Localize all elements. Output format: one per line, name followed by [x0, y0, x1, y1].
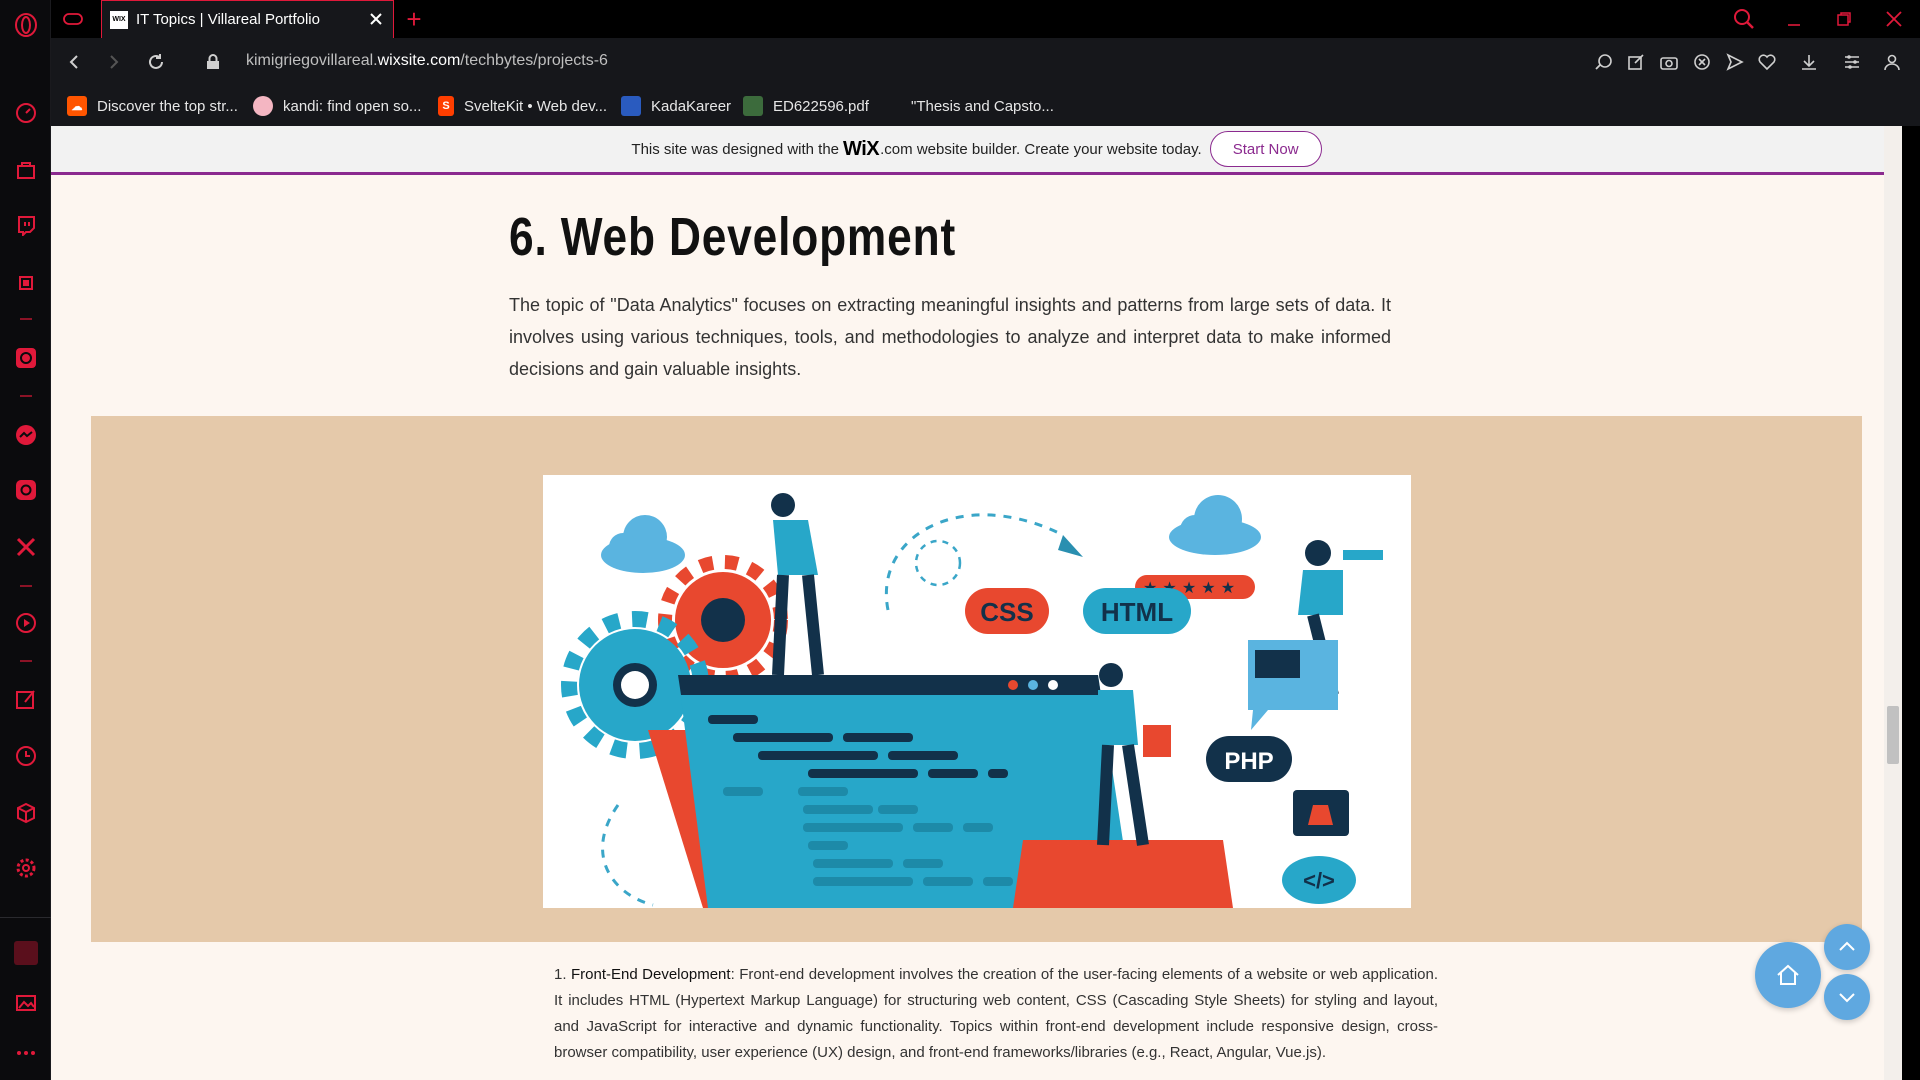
- speed-dial-icon[interactable]: [13, 100, 38, 125]
- bookmark-label: ED622596.pdf: [773, 97, 869, 115]
- chevron-up-icon: [1839, 941, 1855, 951]
- section-description: The topic of "Data Analytics" focuses on…: [509, 295, 1391, 379]
- instagram-icon[interactable]: [13, 477, 38, 502]
- restore-icon[interactable]: [1831, 6, 1857, 32]
- sidebar-divider: [0, 917, 51, 918]
- chevron-down-icon: [1839, 993, 1855, 1003]
- sidebar-divider: [20, 395, 32, 397]
- home-button[interactable]: [1755, 942, 1821, 1008]
- bookmark-item[interactable]: "Thesis and Capsto...: [911, 93, 1054, 119]
- sidebar-divider: [20, 318, 32, 320]
- pdf-icon: [743, 96, 763, 116]
- sidebar-divider: [20, 585, 32, 587]
- tab-title: IT Topics | Villareal Portfolio: [136, 11, 320, 28]
- illustration-svg: ★ ★ ★ ★ ★ CSS HTML PHP </>: [561, 493, 1383, 908]
- bookmark-label: kandi: find open so...: [283, 97, 422, 115]
- player-icon[interactable]: [13, 610, 38, 635]
- pinboard-icon[interactable]: [13, 686, 38, 711]
- bookmark-item[interactable]: KadaKareer: [621, 93, 731, 119]
- bookmark-label: KadaKareer: [651, 97, 732, 115]
- chatgpt-icon[interactable]: [13, 345, 38, 370]
- html-badge: HTML: [1101, 597, 1173, 627]
- opera-sidebar: [0, 0, 51, 1080]
- scroll-down-button[interactable]: [1824, 974, 1870, 1020]
- search-page-icon[interactable]: [1592, 50, 1616, 74]
- tab-bar: WIX IT Topics | Villareal Portfolio +: [51, 0, 1920, 38]
- php-badge: PHP: [1224, 748, 1273, 775]
- bookmark-item[interactable]: kandi: find open so...: [253, 93, 421, 119]
- x-twitter-icon[interactable]: [13, 534, 38, 559]
- opera-logo-icon[interactable]: [13, 12, 38, 37]
- adblock-icon[interactable]: [1690, 50, 1714, 74]
- minimize-icon[interactable]: [1781, 6, 1807, 32]
- gamepad-icon[interactable]: [60, 6, 86, 32]
- svelte-icon: S: [438, 96, 454, 116]
- url-path: /techbytes/projects-6: [460, 52, 608, 69]
- page-scrollbar[interactable]: [1884, 126, 1902, 1080]
- list-item: 1. Front-End Development: Front-end deve…: [554, 962, 1438, 1066]
- easy-setup-icon[interactable]: [1840, 50, 1864, 74]
- web-page-viewport: This site was designed with the WiX .com…: [51, 126, 1902, 1080]
- search-tabs-icon[interactable]: [1731, 6, 1757, 32]
- edit-share-icon[interactable]: [1624, 50, 1648, 74]
- wix-promo-banner: This site was designed with the WiX .com…: [51, 126, 1902, 175]
- lock-icon[interactable]: [201, 50, 225, 74]
- tab-close-icon[interactable]: [367, 10, 385, 33]
- close-window-icon[interactable]: [1881, 6, 1907, 32]
- soundcloud-icon: ☁: [67, 96, 87, 116]
- profile-icon[interactable]: [1880, 50, 1904, 74]
- kandi-icon: [253, 96, 273, 116]
- twitch-icon[interactable]: [13, 212, 38, 237]
- start-now-button[interactable]: Start Now: [1209, 131, 1322, 167]
- pinned-tab-icon[interactable]: [13, 940, 38, 965]
- bookmark-item[interactable]: ED622596.pdf: [743, 93, 869, 119]
- bookmark-item[interactable]: ☁ Discover the top str...: [67, 93, 238, 119]
- bookmark-label: Discover the top str...: [97, 97, 238, 115]
- list-term: Front-End Development: [571, 966, 731, 983]
- bookmarks-bar: ☁ Discover the top str... kandi: find op…: [51, 86, 1920, 126]
- home-icon: [1777, 964, 1799, 985]
- web-development-illustration[interactable]: ★ ★ ★ ★ ★ CSS HTML PHP </>: [543, 475, 1411, 908]
- download-icon[interactable]: [1797, 50, 1821, 74]
- bookmark-item[interactable]: S SvelteKit • Web dev...: [438, 93, 607, 119]
- scroll-up-button[interactable]: [1824, 924, 1870, 970]
- address-bar: kimigriegovillareal.wixsite.com/techbyte…: [51, 38, 1920, 86]
- forward-icon[interactable]: [102, 50, 126, 74]
- tab-active[interactable]: WIX IT Topics | Villareal Portfolio: [101, 0, 394, 38]
- new-tab-button[interactable]: +: [401, 4, 427, 34]
- scrollbar-thumb[interactable]: [1887, 706, 1899, 764]
- wix-favicon-icon: WIX: [110, 10, 128, 29]
- gallery-icon[interactable]: [13, 990, 38, 1015]
- list-number: 1.: [554, 966, 567, 983]
- wix-logo[interactable]: WiX: [843, 138, 880, 161]
- heart-icon[interactable]: [1755, 50, 1779, 74]
- code-badge: </>: [1303, 868, 1335, 893]
- extensions-cube-icon[interactable]: [13, 800, 38, 825]
- bookmark-label: SvelteKit • Web dev...: [464, 97, 608, 115]
- wix-banner-text: This site was designed with the: [631, 140, 840, 158]
- image-band: ★ ★ ★ ★ ★ CSS HTML PHP </>: [91, 416, 1862, 942]
- url-field[interactable]: kimigriegovillareal.wixsite.com/techbyte…: [246, 52, 608, 70]
- sidebar-divider: [20, 660, 32, 662]
- reload-icon[interactable]: [144, 50, 168, 74]
- wix-banner-text-2: .com website builder. Create your websit…: [880, 140, 1202, 158]
- settings-gear-icon[interactable]: [13, 855, 38, 880]
- send-icon[interactable]: [1723, 50, 1747, 74]
- css-badge: CSS: [980, 597, 1033, 627]
- shopping-bag-icon[interactable]: [13, 157, 38, 182]
- url-subdomain: kimigriegovillareal.: [246, 52, 378, 69]
- section-title: 6. Web Development: [509, 207, 957, 267]
- more-dots-icon[interactable]: [13, 1040, 38, 1065]
- messenger-icon[interactable]: [13, 422, 38, 447]
- ai-chip-icon[interactable]: [13, 270, 38, 295]
- kadakareer-icon: [621, 96, 641, 116]
- back-icon[interactable]: [62, 50, 86, 74]
- url-domain: wixsite.com: [377, 52, 461, 69]
- history-icon[interactable]: [13, 743, 38, 768]
- camera-icon[interactable]: [1657, 50, 1681, 74]
- bookmark-label: "Thesis and Capsto...: [911, 97, 1054, 115]
